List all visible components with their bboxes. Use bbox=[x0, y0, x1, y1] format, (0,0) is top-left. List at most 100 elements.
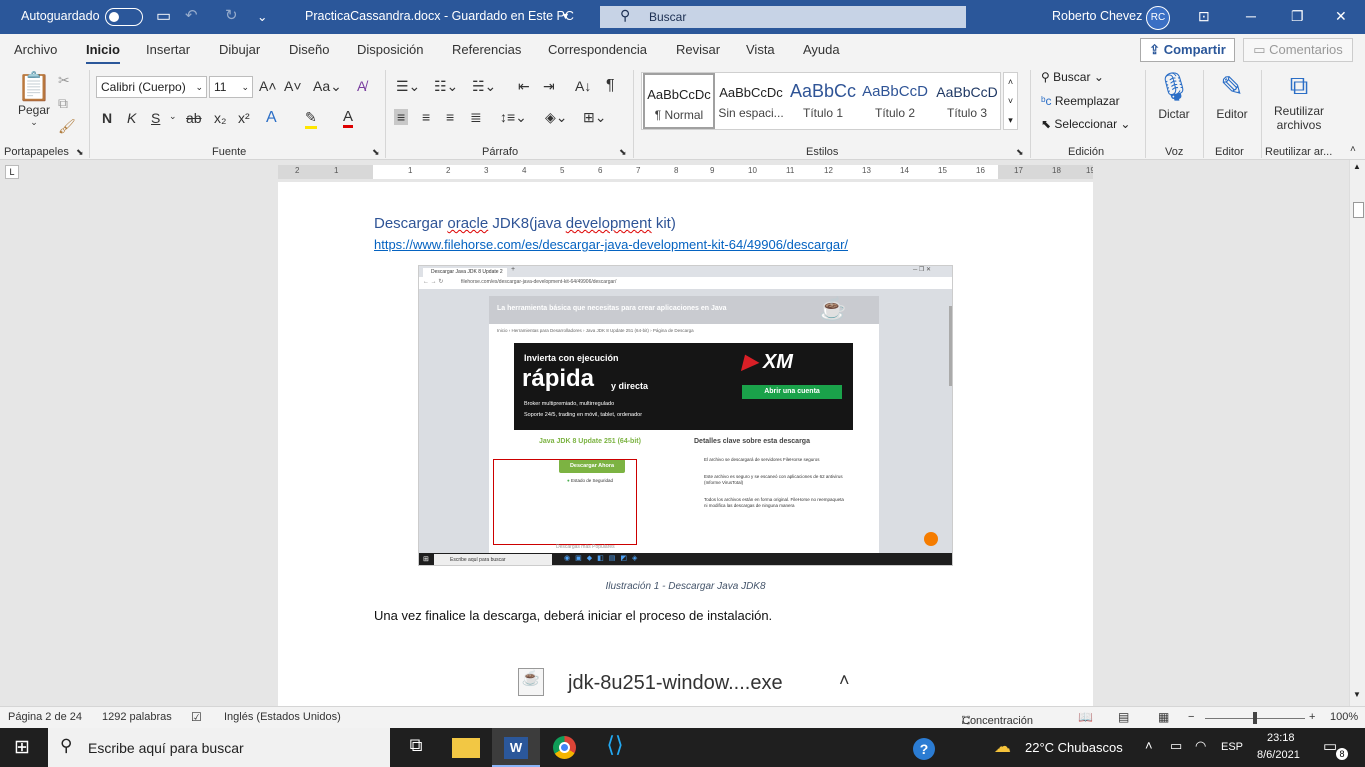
chevron-down-icon[interactable]: ⌄ bbox=[169, 111, 177, 122]
decrease-indent-icon[interactable]: ⇤ bbox=[518, 78, 530, 95]
highlight-icon[interactable]: ✎ bbox=[305, 109, 317, 129]
dialog-launcher-icon[interactable]: ⬊ bbox=[372, 147, 380, 158]
tab-dibujar[interactable]: Dibujar bbox=[219, 42, 260, 57]
style-normal[interactable]: AaBbCcDc ¶ Normal bbox=[643, 73, 715, 129]
justify-icon[interactable]: ≣ bbox=[470, 109, 482, 126]
tab-archivo[interactable]: Archivo bbox=[14, 42, 57, 57]
underline-icon[interactable]: S bbox=[151, 110, 160, 126]
document-title[interactable]: PracticaCassandra.docx - Guardado en Est… bbox=[305, 9, 574, 23]
help-icon[interactable]: ? bbox=[913, 738, 935, 760]
align-right-icon[interactable]: ≡ bbox=[446, 109, 454, 125]
zoom-in-icon[interactable]: + bbox=[1309, 711, 1315, 723]
user-name[interactable]: Roberto Chevez bbox=[1052, 9, 1142, 23]
increase-indent-icon[interactable]: ⇥ bbox=[543, 78, 555, 95]
style-heading-1[interactable]: AaBbCc Título 1 bbox=[787, 73, 859, 129]
numbering-icon[interactable]: ☷⌄ bbox=[434, 78, 458, 95]
weather-text[interactable]: 22°C Chubascos bbox=[1025, 740, 1123, 755]
collapse-ribbon-icon[interactable]: ˄ bbox=[1350, 144, 1356, 155]
zoom-thumb[interactable] bbox=[1253, 712, 1257, 724]
language[interactable]: Inglés (Estados Unidos) bbox=[224, 711, 341, 723]
sort-icon[interactable]: A↓ bbox=[575, 78, 591, 94]
tab-correspondencia[interactable]: Correspondencia bbox=[548, 42, 647, 57]
proofing-icon[interactable]: ☑ bbox=[191, 710, 202, 724]
minimize-icon[interactable]: ─ bbox=[1246, 8, 1256, 24]
align-center-icon[interactable]: ≡ bbox=[422, 109, 430, 125]
tab-revisar[interactable]: Revisar bbox=[676, 42, 720, 57]
grow-font-icon[interactable]: A˄ bbox=[259, 78, 277, 94]
dictate-button[interactable]: 🎙 Dictar bbox=[1152, 70, 1196, 121]
bold-icon[interactable]: N bbox=[102, 110, 112, 126]
scroll-up-icon[interactable]: ▲ bbox=[1353, 162, 1361, 171]
print-layout-icon[interactable]: ▤ bbox=[1118, 710, 1129, 724]
avatar[interactable]: RC bbox=[1146, 6, 1170, 30]
wifi-icon[interactable]: ◠ bbox=[1195, 738, 1206, 754]
select-button[interactable]: ⬉ Seleccionar ⌄ bbox=[1041, 117, 1130, 131]
chrome-icon[interactable] bbox=[553, 736, 576, 759]
autosave-toggle[interactable] bbox=[105, 8, 143, 26]
style-no-spacing[interactable]: AaBbCcDc Sin espaci... bbox=[715, 73, 787, 129]
font-name-select[interactable]: Calibri (Cuerpo) ⌄ bbox=[96, 76, 207, 98]
zoom-out-icon[interactable]: − bbox=[1188, 711, 1194, 723]
multilevel-list-icon[interactable]: ☵⌄ bbox=[472, 78, 496, 95]
align-left-icon[interactable]: ≡ bbox=[394, 109, 409, 125]
clear-formatting-icon[interactable]: A̸ bbox=[357, 78, 366, 94]
tab-insertar[interactable]: Insertar bbox=[146, 42, 190, 57]
chevron-down-icon[interactable]: ▼ bbox=[561, 11, 570, 21]
save-icon[interactable]: ▭ bbox=[156, 6, 171, 26]
cut-icon[interactable]: ✂ bbox=[58, 72, 70, 89]
windows-start-icon[interactable]: ⊞ bbox=[14, 736, 30, 759]
tab-referencias[interactable]: Referencias bbox=[452, 42, 521, 57]
shading-icon[interactable]: ◈⌄ bbox=[545, 109, 568, 126]
bullets-icon[interactable]: ☰⌄ bbox=[396, 78, 420, 95]
paste-button[interactable]: 📋 Pegar ⌄ bbox=[14, 70, 54, 128]
dialog-launcher-icon[interactable]: ⬊ bbox=[1016, 147, 1024, 158]
input-language[interactable]: ESP bbox=[1221, 741, 1243, 753]
tab-inicio[interactable]: Inicio bbox=[86, 42, 120, 65]
task-view-icon[interactable]: ⧉ bbox=[402, 735, 430, 761]
text-effects-icon[interactable]: A bbox=[266, 109, 277, 127]
web-layout-icon[interactable]: ▦ bbox=[1158, 710, 1169, 724]
font-color-icon[interactable]: A bbox=[343, 108, 354, 128]
customize-qat-icon[interactable]: ⌄ bbox=[257, 9, 267, 24]
tab-selector[interactable]: L bbox=[5, 165, 19, 179]
style-heading-2[interactable]: AaBbCcD Título 2 bbox=[859, 73, 931, 129]
battery-icon[interactable]: ▭ bbox=[1170, 738, 1182, 754]
restore-icon[interactable]: ❐ bbox=[1291, 8, 1304, 25]
tab-diseno[interactable]: Diseño bbox=[289, 42, 329, 57]
undo-icon[interactable]: ↶ bbox=[185, 6, 198, 24]
superscript-icon[interactable]: x² bbox=[238, 110, 250, 126]
share-button[interactable]: ⇪ Compartir bbox=[1140, 38, 1235, 62]
scroll-down-icon[interactable]: ▼ bbox=[1353, 690, 1361, 699]
styles-scroll[interactable]: ˄ ˅ ▾ bbox=[1003, 72, 1018, 130]
read-mode-icon[interactable]: 📖 bbox=[1078, 710, 1093, 724]
download-link[interactable]: https://www.filehorse.com/es/descargar-j… bbox=[374, 237, 848, 252]
tab-ayuda[interactable]: Ayuda bbox=[803, 42, 840, 57]
style-heading-3[interactable]: AaBbCcD Título 3 bbox=[931, 73, 1003, 129]
page-count[interactable]: Página 2 de 24 bbox=[8, 711, 82, 723]
borders-icon[interactable]: ⊞⌄ bbox=[583, 109, 606, 126]
dialog-launcher-icon[interactable]: ⬊ bbox=[619, 147, 627, 158]
heading[interactable]: Descargar oracle JDK8(java development k… bbox=[374, 215, 676, 232]
tab-vista[interactable]: Vista bbox=[746, 42, 775, 57]
document-area[interactable]: Descargar oracle JDK8(java development k… bbox=[0, 182, 1349, 706]
clock-time[interactable]: 23:18 bbox=[1267, 732, 1295, 744]
ribbon-display-icon[interactable]: ⊡ bbox=[1198, 8, 1210, 25]
weather-icon[interactable]: ☁ bbox=[994, 737, 1011, 757]
search-box[interactable]: ⚲ Buscar bbox=[600, 6, 966, 28]
show-marks-icon[interactable]: ¶ bbox=[606, 77, 615, 95]
clock-date[interactable]: 8/6/2021 bbox=[1257, 749, 1300, 761]
chevron-up-icon[interactable]: ˄ bbox=[1145, 738, 1153, 753]
horizontal-ruler[interactable]: 2 1 1 2 3 4 5 6 7 8 9 10 11 12 13 14 15 … bbox=[278, 165, 1093, 179]
subscript-icon[interactable]: x₂ bbox=[214, 110, 226, 126]
embedded-screenshot[interactable]: Descargar Java JDK 8 Update 2 + ─ ❐ ✕ ← … bbox=[418, 265, 953, 566]
vscode-icon[interactable]: ⟨⟩ bbox=[601, 732, 629, 758]
strikethrough-icon[interactable]: ab bbox=[186, 110, 202, 126]
body-paragraph[interactable]: Una vez finalice la descarga, deberá ini… bbox=[374, 608, 772, 623]
dialog-launcher-icon[interactable]: ⬊ bbox=[76, 147, 84, 158]
editor-button[interactable]: ✎ Editor bbox=[1210, 70, 1254, 121]
scroll-thumb[interactable] bbox=[1353, 202, 1364, 218]
line-spacing-icon[interactable]: ↕≡⌄ bbox=[500, 109, 527, 126]
italic-icon[interactable]: K bbox=[127, 110, 136, 126]
close-icon[interactable]: ✕ bbox=[1335, 8, 1347, 25]
file-explorer-icon[interactable] bbox=[452, 738, 480, 758]
